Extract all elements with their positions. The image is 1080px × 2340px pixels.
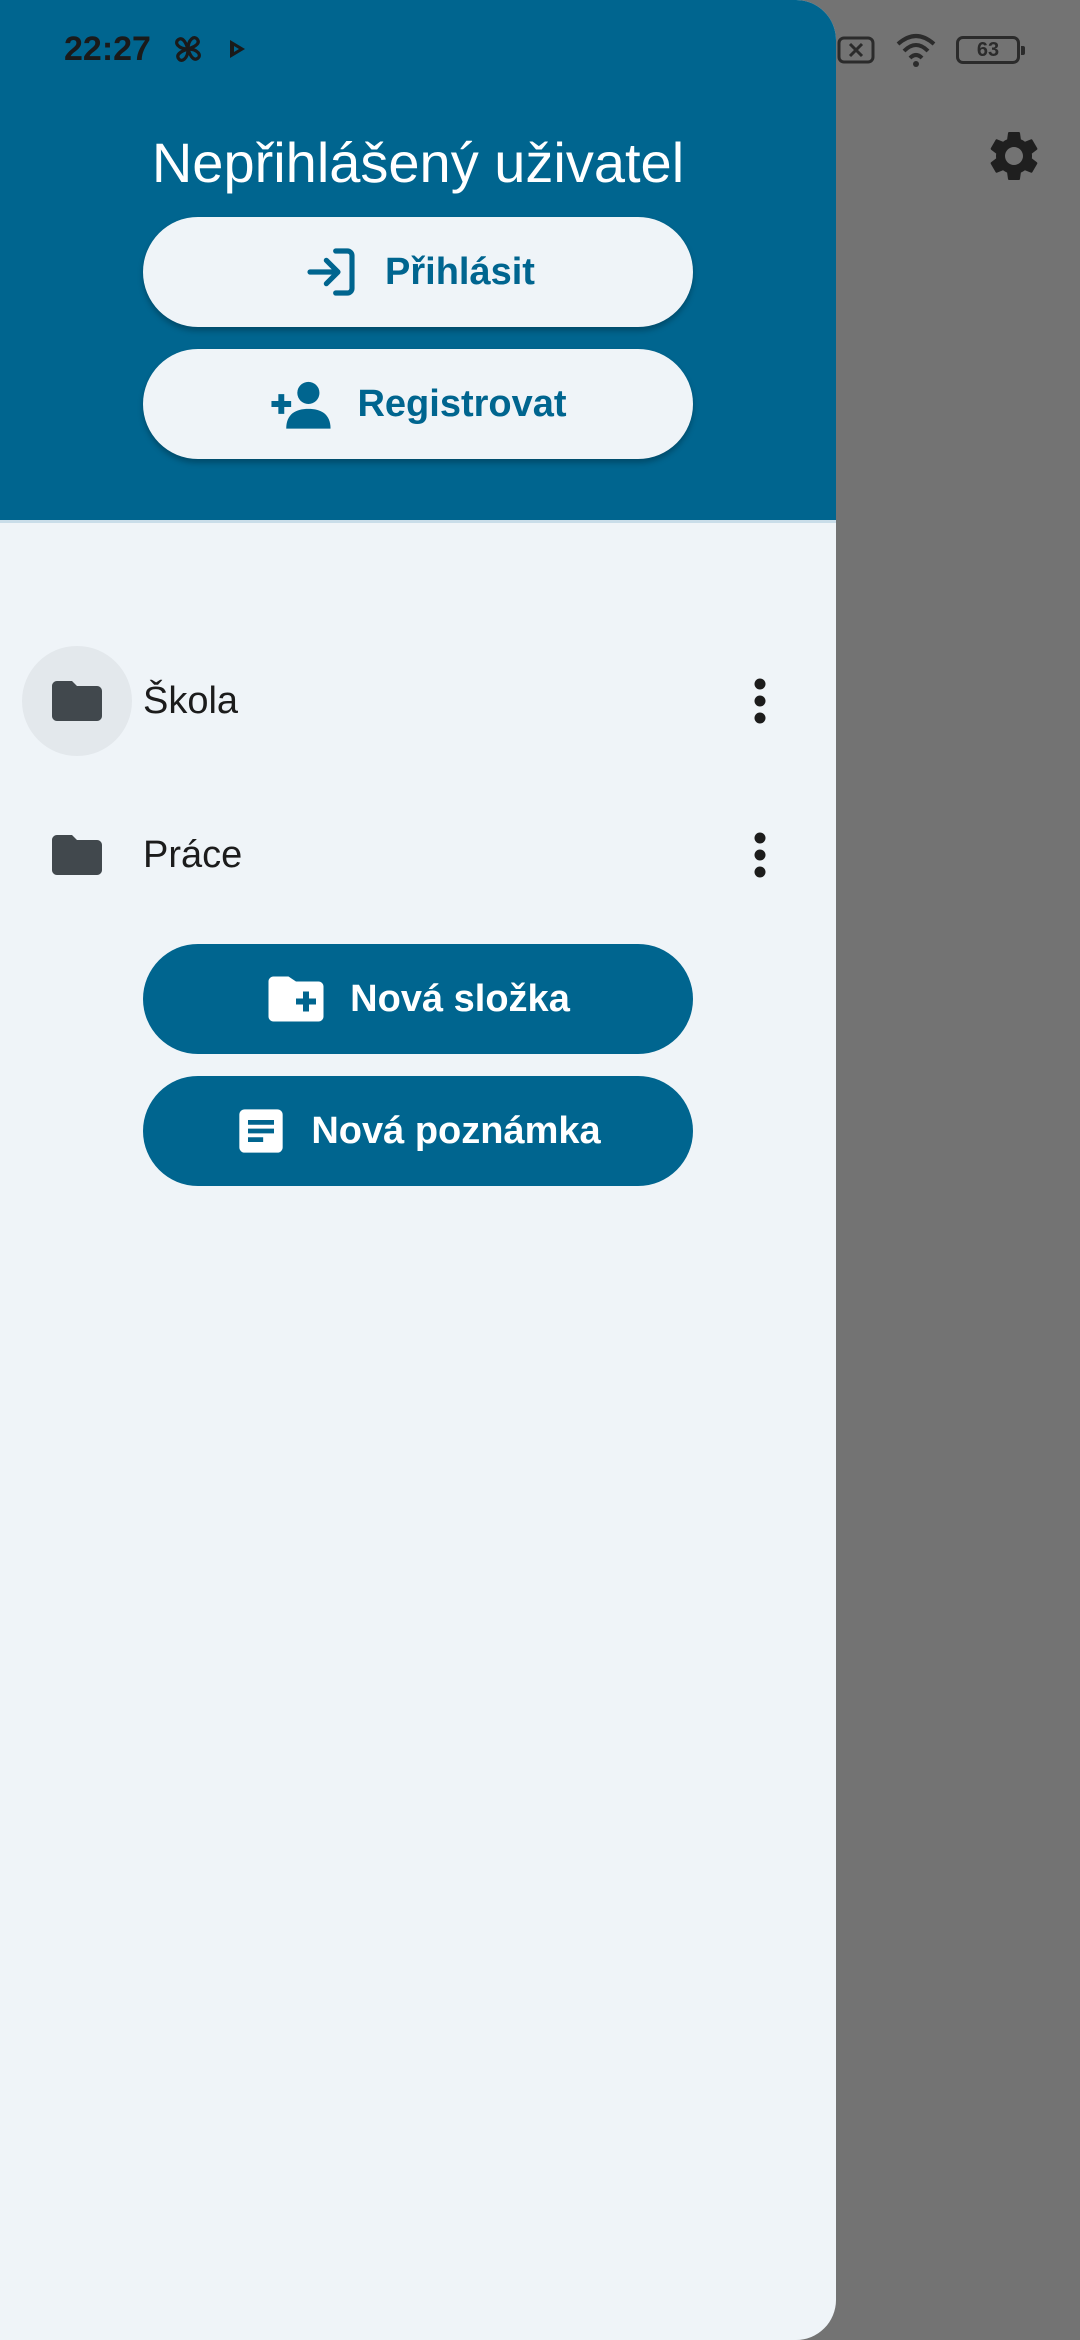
create-folder-icon xyxy=(268,976,324,1022)
folder-icon-container xyxy=(22,800,132,910)
settings-icon[interactable] xyxy=(984,126,1044,186)
user-status-title: Nepřihlášený uživatel xyxy=(151,131,685,194)
folder-item-prace[interactable]: Práce xyxy=(0,800,836,910)
folder-name: Práce xyxy=(143,833,243,876)
new-folder-button[interactable]: Nová složka xyxy=(143,944,693,1054)
folder-item-skola[interactable]: Škola xyxy=(0,646,836,756)
new-folder-label: Nová složka xyxy=(350,977,570,1020)
status-bar-right: 63 xyxy=(836,30,1025,70)
wifi-icon xyxy=(896,34,936,67)
register-label: Registrovat xyxy=(357,382,567,425)
login-label: Přihlásit xyxy=(385,250,535,293)
folder-more-button[interactable] xyxy=(730,825,790,885)
new-note-button[interactable]: Nová poznámka xyxy=(143,1076,693,1186)
header-divider xyxy=(0,520,836,523)
login-icon xyxy=(307,248,355,296)
fan-icon xyxy=(175,36,201,62)
battery-indicator: 63 xyxy=(956,36,1025,64)
folder-more-button[interactable] xyxy=(730,671,790,731)
new-note-label: Nová poznámka xyxy=(311,1109,601,1152)
navigation-drawer: 22:27 Nepřihlášený uživatel Přihlásit Re… xyxy=(0,0,836,2340)
folder-name: Škola xyxy=(143,679,239,722)
more-vert-icon xyxy=(754,832,766,878)
add-user-icon xyxy=(271,381,332,429)
more-vert-icon xyxy=(754,678,766,724)
gear-icon xyxy=(990,132,1038,180)
login-button[interactable]: Přihlásit xyxy=(143,217,693,327)
battery-level: 63 xyxy=(976,38,1000,61)
no-sim-icon xyxy=(837,36,875,64)
register-button[interactable]: Registrovat xyxy=(143,349,693,459)
folder-icon xyxy=(52,681,102,721)
note-icon xyxy=(239,1109,284,1153)
folder-icon xyxy=(52,835,102,875)
play-store-icon xyxy=(229,40,245,58)
status-time: 22:27 xyxy=(64,29,151,68)
status-bar-left: 22:27 xyxy=(64,26,249,72)
folder-icon-container xyxy=(22,646,132,756)
